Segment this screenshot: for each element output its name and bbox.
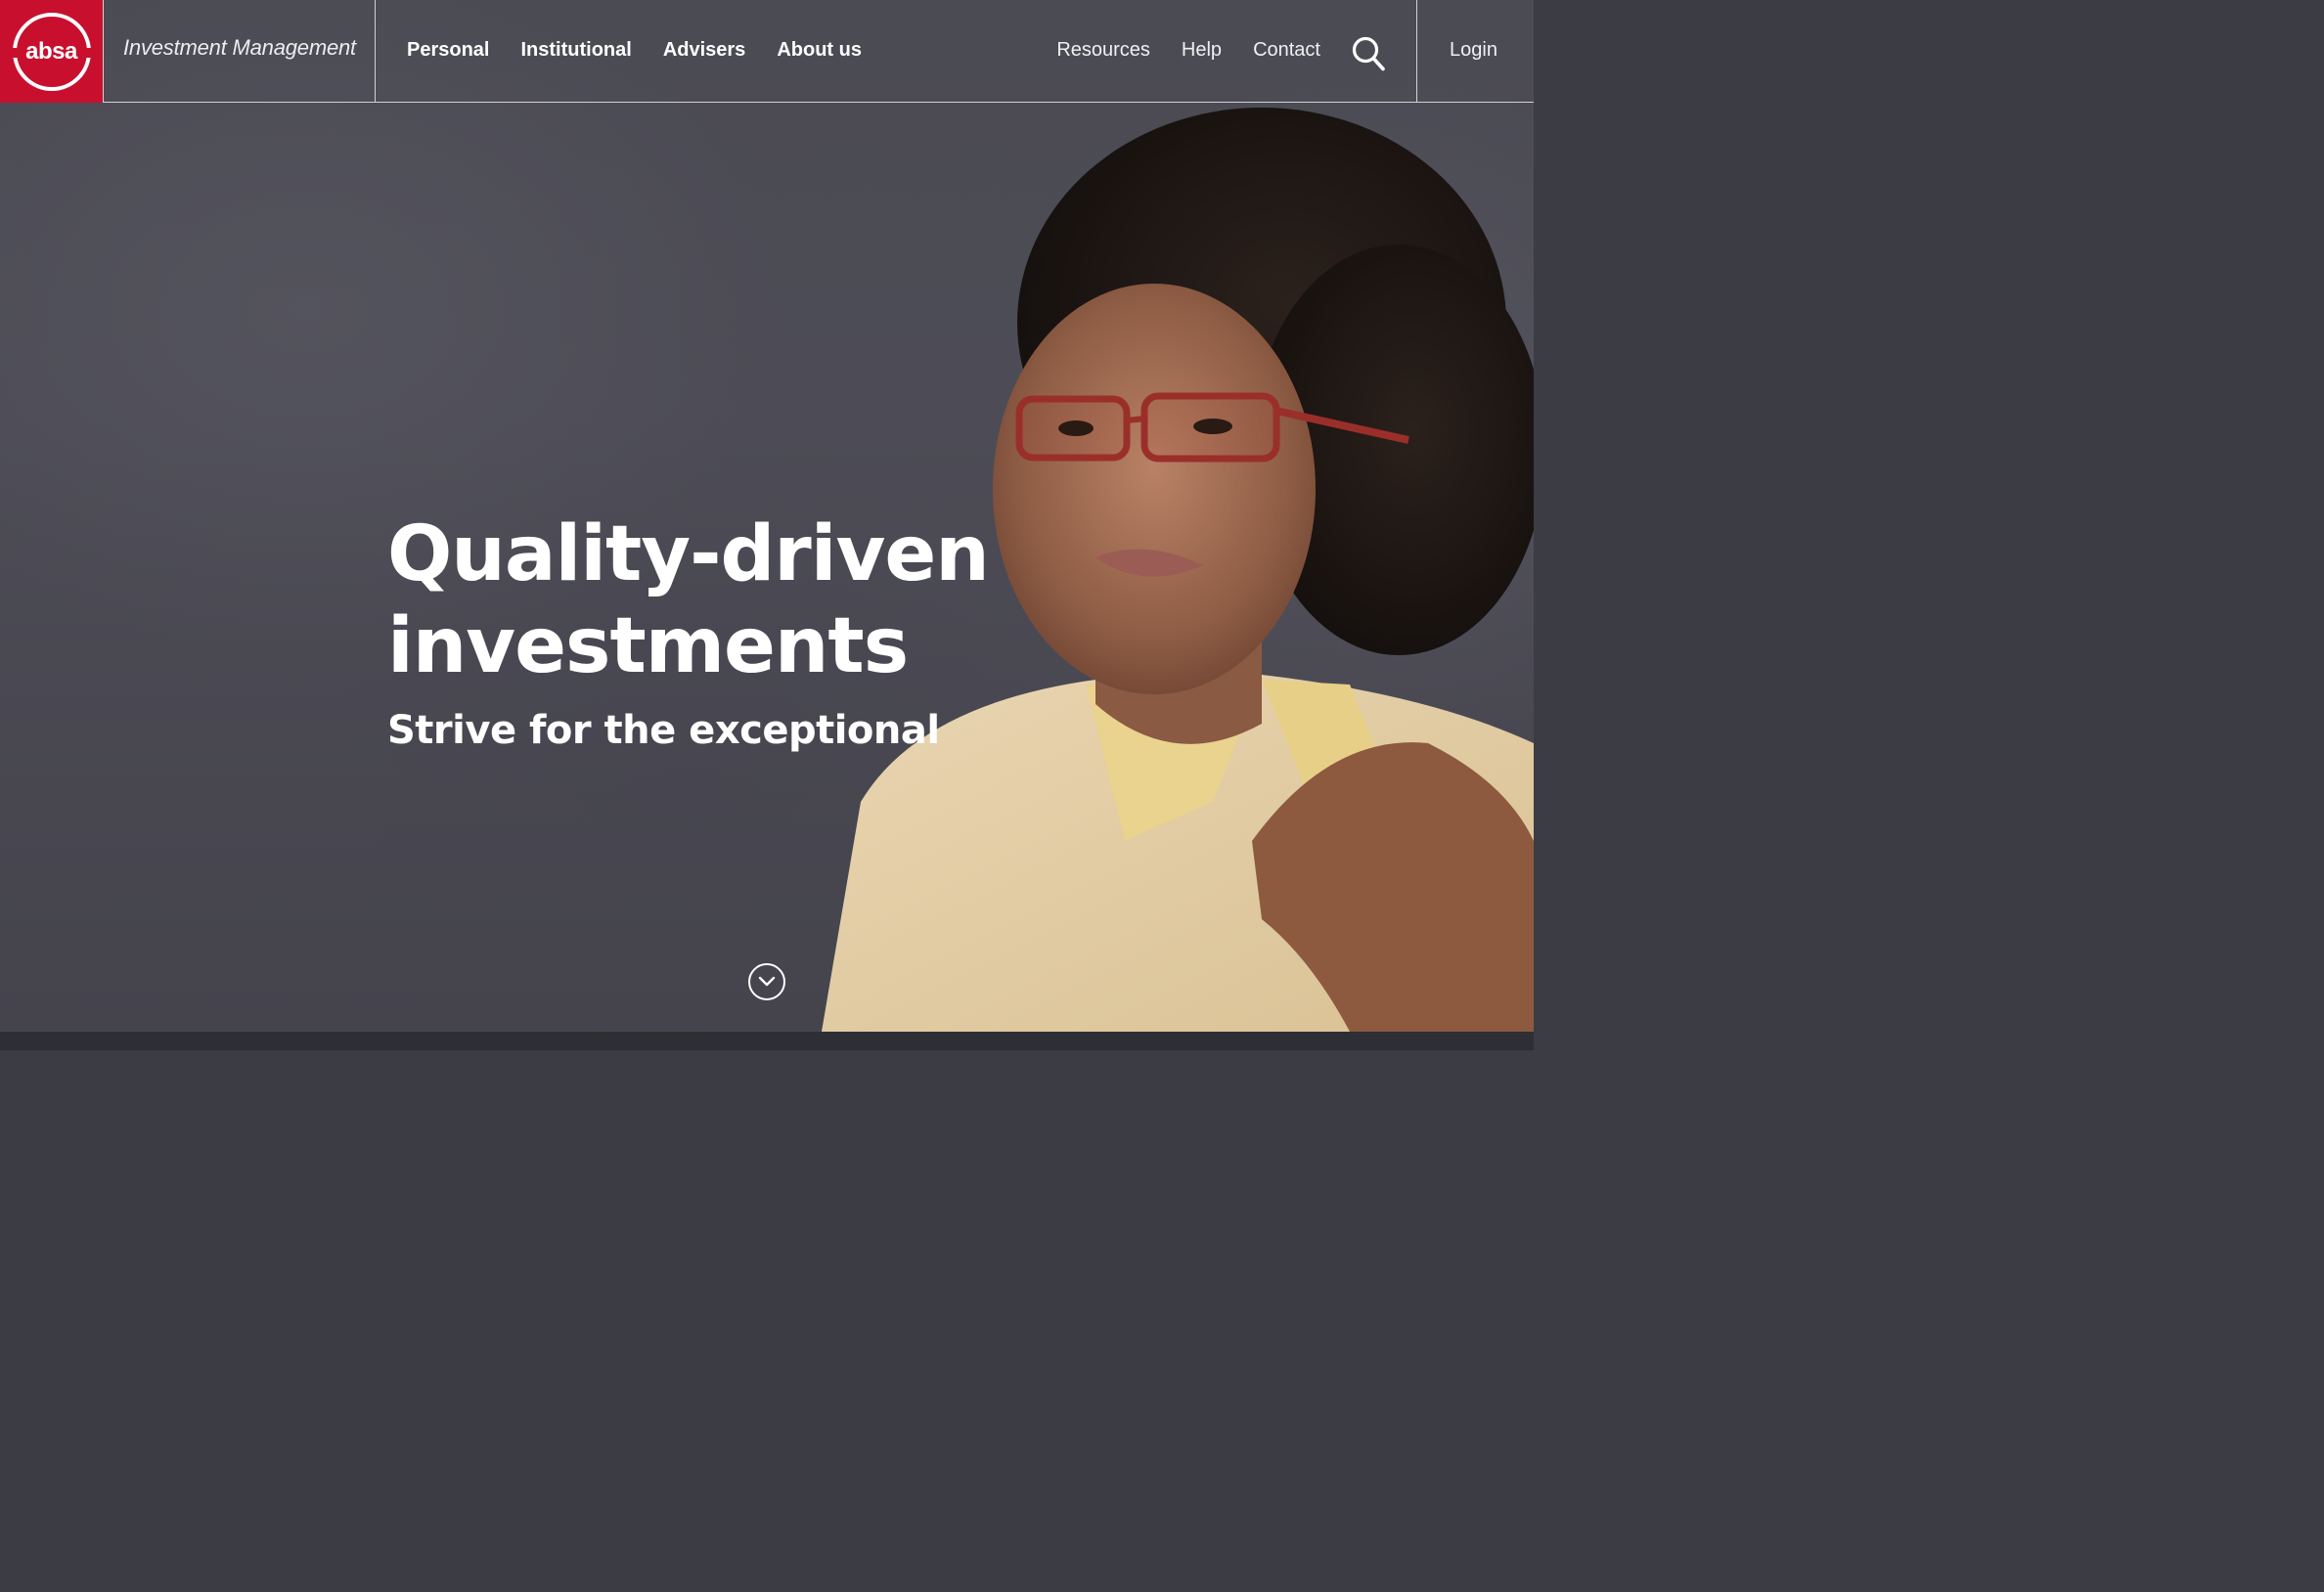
- nav-item-personal[interactable]: Personal: [407, 39, 489, 62]
- header-divider: [375, 0, 376, 102]
- search-icon[interactable]: [1352, 36, 1385, 71]
- nav-item-help[interactable]: Help: [1182, 39, 1222, 62]
- nav-item-contact[interactable]: Contact: [1253, 39, 1320, 62]
- logo-ring-icon: absa: [7, 12, 96, 91]
- header-divider: [1416, 0, 1417, 102]
- nav-item-institutional[interactable]: Institutional: [520, 39, 631, 62]
- headline-line-2: investments: [387, 602, 909, 690]
- headline-line-1: Quality-driven: [387, 510, 990, 598]
- login-link[interactable]: Login: [1450, 39, 1497, 62]
- section-divider-bar: [0, 1032, 1534, 1050]
- header-divider: [103, 0, 104, 102]
- chevron-down-icon: [758, 976, 776, 987]
- hero-subheadline: Strive for the exceptional: [387, 708, 940, 753]
- primary-nav: Personal Institutional Advisers About us: [407, 39, 862, 62]
- utility-nav: Resources Help Contact: [1056, 39, 1320, 62]
- brand-subtitle[interactable]: Investment Management: [123, 35, 356, 61]
- nav-item-about-us[interactable]: About us: [777, 39, 862, 62]
- nav-item-advisers[interactable]: Advisers: [663, 39, 746, 62]
- absa-logo[interactable]: absa: [0, 0, 103, 103]
- logo-text: absa: [25, 37, 77, 65]
- scroll-down-button[interactable]: [748, 963, 785, 1000]
- site-header: absa Investment Management Personal Inst…: [0, 0, 1534, 103]
- hero-headline: Quality-driven investments: [387, 509, 1013, 692]
- nav-item-resources[interactable]: Resources: [1056, 39, 1150, 62]
